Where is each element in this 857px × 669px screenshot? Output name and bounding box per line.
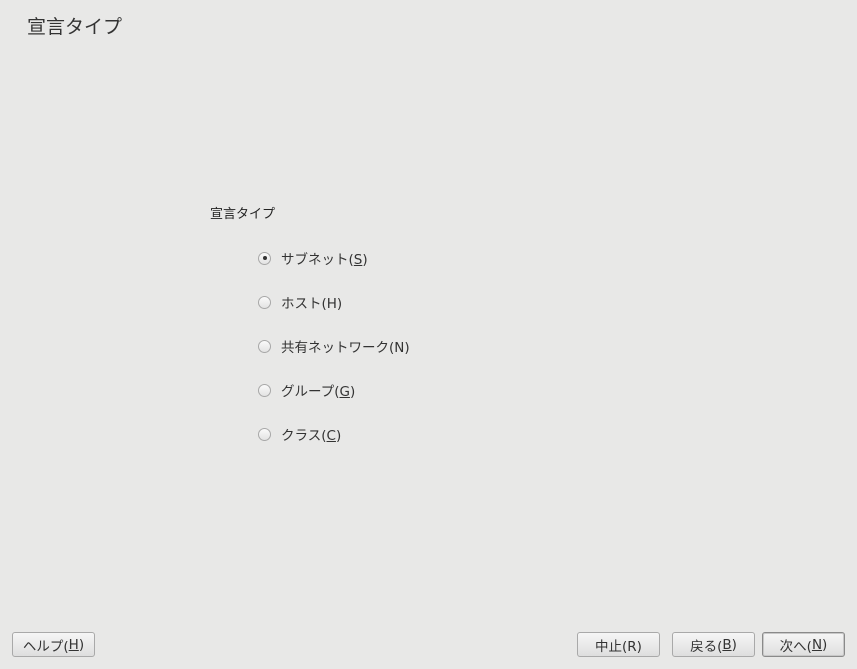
radio-label: ホスト(H) xyxy=(281,296,343,312)
radio-shared-network[interactable]: 共有ネットワーク(N) xyxy=(258,336,410,356)
radio-circle-icon[interactable] xyxy=(258,295,271,309)
next-button[interactable]: 次へ(N) xyxy=(762,632,845,657)
radio-label: サブネット(S) xyxy=(281,252,368,268)
radio-group[interactable]: グループ(G) xyxy=(258,380,355,400)
radio-label: グループ(G) xyxy=(281,384,356,400)
radio-subnet[interactable]: サブネット(S) xyxy=(258,248,368,268)
radio-circle-icon[interactable] xyxy=(258,339,271,353)
radio-circle-icon[interactable] xyxy=(258,383,271,397)
help-button[interactable]: ヘルプ(H) xyxy=(12,632,95,657)
radio-label: クラス(C) xyxy=(281,428,342,444)
radio-circle-icon[interactable] xyxy=(258,251,271,265)
radio-label: 共有ネットワーク(N) xyxy=(281,340,410,356)
radio-class[interactable]: クラス(C) xyxy=(258,424,341,444)
page-title: 宣言タイプ xyxy=(27,16,123,38)
abort-button[interactable]: 中止(R) xyxy=(577,632,660,657)
back-button[interactable]: 戻る(B) xyxy=(672,632,755,657)
declaration-type-label: 宣言タイプ xyxy=(210,207,276,222)
radio-circle-icon[interactable] xyxy=(258,427,271,441)
radio-host[interactable]: ホスト(H) xyxy=(258,292,342,312)
